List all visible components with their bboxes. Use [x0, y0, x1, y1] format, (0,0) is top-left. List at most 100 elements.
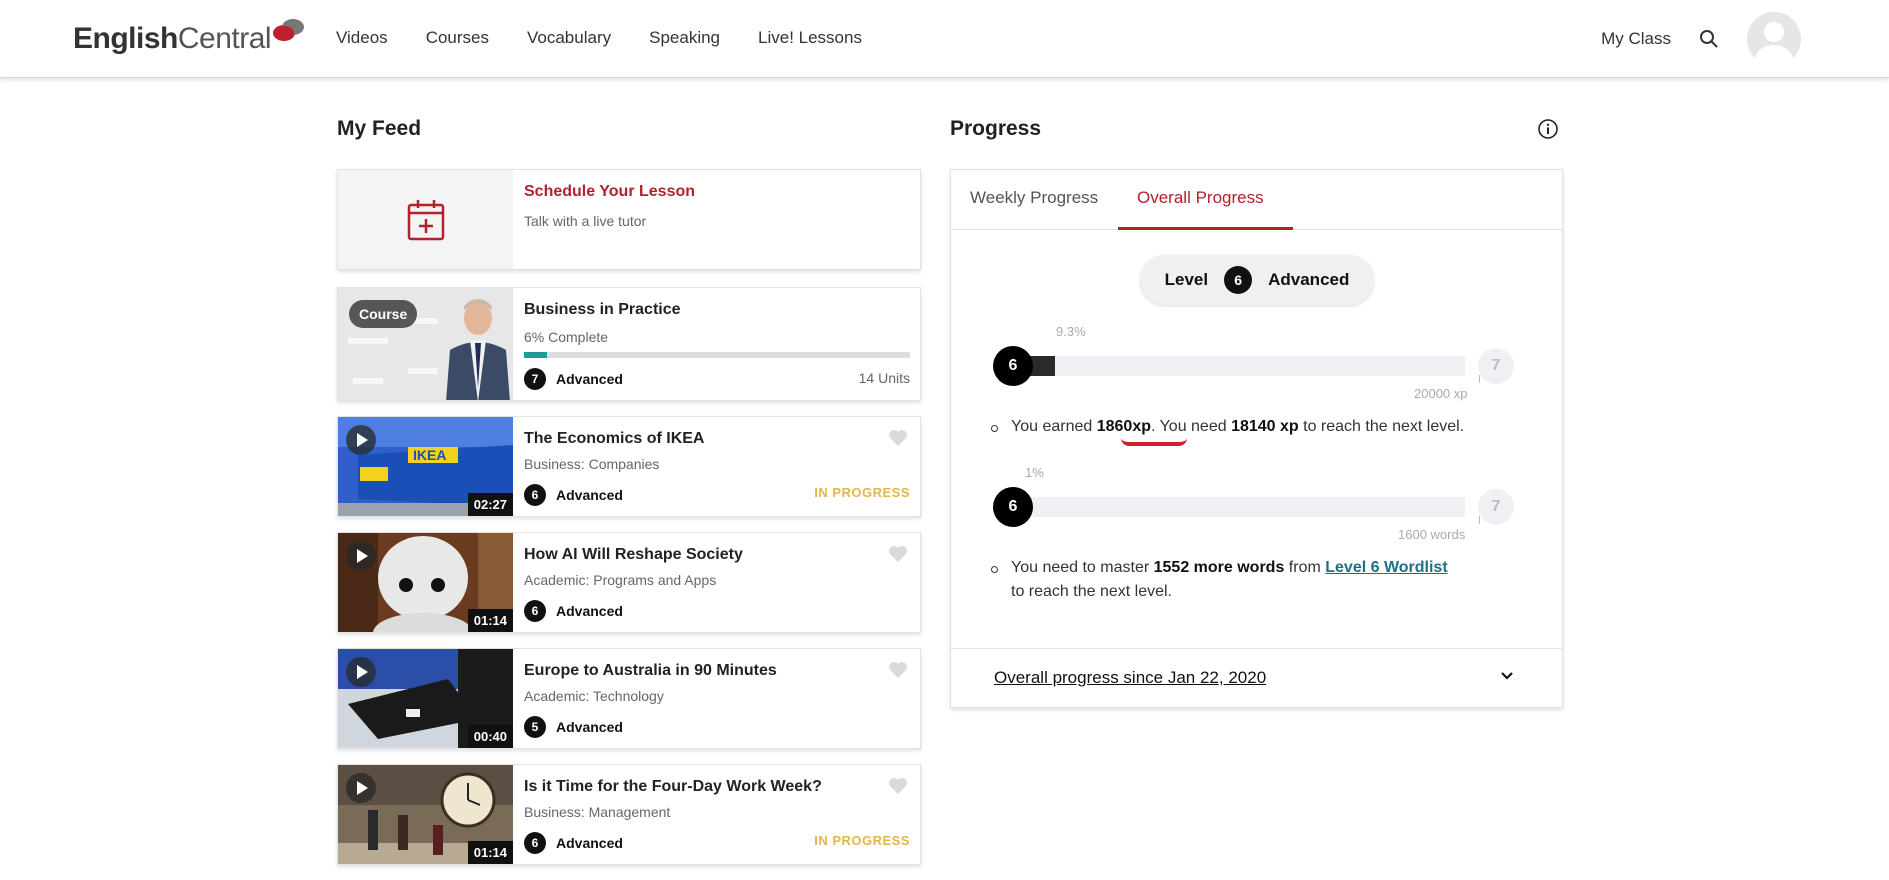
- video-card[interactable]: IKEA 02:27 The Economics of IKEA Busines…: [337, 416, 921, 517]
- heart-icon[interactable]: [888, 429, 908, 447]
- video-duration: 01:14: [467, 841, 513, 864]
- play-icon[interactable]: [346, 425, 376, 455]
- progress-title: Progress: [950, 117, 1042, 140]
- level-wordlist-link[interactable]: Level 6 Wordlist: [1325, 559, 1447, 576]
- xp-summary: You earned 1860xp. You need 18140 xp to …: [991, 415, 1531, 439]
- words-goal-label: 1600 words: [1398, 527, 1466, 542]
- overall-progress-since-label[interactable]: Overall progress since Jan 22, 2020: [994, 668, 1266, 688]
- video-level: 6 Advanced: [524, 600, 623, 622]
- nav-right: My Class: [1601, 12, 1801, 66]
- video-category: Business: Companies: [524, 456, 660, 472]
- progress-tabs: Weekly Progress Overall Progress: [951, 170, 1562, 230]
- heart-icon[interactable]: [888, 545, 908, 563]
- course-level: 7 Advanced: [524, 368, 623, 390]
- video-title: How AI Will Reshape Society: [524, 546, 743, 563]
- level-badge: 6: [524, 484, 546, 506]
- level-pill: Level 6 Advanced: [1140, 255, 1374, 305]
- status-label: IN PROGRESS: [814, 485, 910, 500]
- nav-link-vocabulary[interactable]: Vocabulary: [527, 28, 611, 48]
- video-thumbnail: IKEA 02:27: [338, 417, 513, 516]
- calendar-add-icon: [407, 199, 444, 240]
- video-category: Academic: Technology: [524, 688, 664, 704]
- video-card[interactable]: 00:40 Europe to Australia in 90 Minutes …: [337, 648, 921, 749]
- xp-goal-label: 20000 xp: [1414, 386, 1468, 401]
- level-name: Advanced: [1268, 270, 1350, 289]
- tab-weekly-progress[interactable]: Weekly Progress: [970, 188, 1098, 208]
- xp-next-level-node: 7: [1478, 348, 1514, 384]
- video-title: Europe to Australia in 90 Minutes: [524, 662, 777, 679]
- level-name: Advanced: [556, 371, 623, 387]
- speech-bubble-logo-icon: [273, 19, 305, 41]
- words-current-level-node: 6: [993, 487, 1033, 527]
- earned-xp: 1860xp: [1096, 418, 1151, 435]
- xp-progress-track: [1013, 356, 1465, 376]
- video-thumbnail: 01:14: [338, 533, 513, 632]
- schedule-title: Schedule Your Lesson: [524, 183, 696, 200]
- words-progress-track: [1013, 497, 1465, 517]
- main-nav: Videos Courses Vocabulary Speaking Live!…: [336, 28, 862, 48]
- course-card[interactable]: Course Business in Practice 6% Complete …: [337, 287, 921, 401]
- course-badge: Course: [349, 300, 418, 328]
- nav-link-live-lessons[interactable]: Live! Lessons: [758, 28, 862, 48]
- video-card[interactable]: 01:14 Is it Time for the Four-Day Work W…: [337, 764, 921, 865]
- my-feed-title: My Feed: [337, 117, 422, 140]
- xp-underline-mark: [1121, 438, 1187, 446]
- level-badge: 6: [1224, 266, 1253, 294]
- englishcentral-logo[interactable]: EnglishCentral: [73, 19, 305, 56]
- schedule-lesson-card[interactable]: Schedule Your Lesson Talk with a live tu…: [337, 169, 921, 270]
- course-progress-bar: [524, 352, 910, 358]
- level-name: Advanced: [556, 835, 623, 851]
- words-next-level-node: 7: [1478, 489, 1514, 525]
- level-badge: 7: [524, 368, 546, 390]
- video-thumbnail: 01:14: [338, 765, 513, 864]
- schedule-subtitle: Talk with a live tutor: [524, 213, 647, 229]
- user-avatar[interactable]: [1747, 12, 1801, 66]
- nav-link-courses[interactable]: Courses: [426, 28, 489, 48]
- active-tab-indicator: [1118, 227, 1293, 230]
- nav-link-speaking[interactable]: Speaking: [649, 28, 720, 48]
- tab-overall-progress[interactable]: Overall Progress: [1137, 188, 1264, 208]
- xp-percent-label: 9.3%: [1056, 324, 1086, 339]
- play-icon[interactable]: [346, 657, 376, 687]
- course-complete-text: 6% Complete: [524, 329, 609, 345]
- my-class-link[interactable]: My Class: [1601, 29, 1671, 49]
- status-label: IN PROGRESS: [814, 833, 910, 848]
- video-level: 6 Advanced: [524, 832, 623, 854]
- level-badge: 6: [524, 832, 546, 854]
- level-name: Advanced: [556, 719, 623, 735]
- video-category: Academic: Programs and Apps: [524, 572, 717, 588]
- top-navbar: EnglishCentral Videos Courses Vocabulary…: [0, 0, 1889, 78]
- video-level: 6 Advanced: [524, 484, 623, 506]
- words-needed: 1552 more words: [1153, 559, 1285, 576]
- video-title: The Economics of IKEA: [524, 430, 705, 447]
- video-level: 5 Advanced: [524, 716, 623, 738]
- video-duration: 02:27: [467, 493, 513, 516]
- svg-text:IKEA: IKEA: [413, 447, 446, 463]
- video-duration: 01:14: [467, 609, 513, 632]
- video-title: Is it Time for the Four-Day Work Week?: [524, 778, 822, 795]
- progress-card: Weekly Progress Overall Progress Level 6…: [950, 169, 1563, 708]
- needed-xp: 18140 xp: [1231, 418, 1299, 435]
- video-card[interactable]: 01:14 How AI Will Reshape Society Academ…: [337, 532, 921, 633]
- level-badge: 5: [524, 716, 546, 738]
- course-units: 14 Units: [858, 370, 910, 386]
- level-badge: 6: [524, 600, 546, 622]
- info-icon[interactable]: [1538, 119, 1558, 139]
- play-icon[interactable]: [346, 541, 376, 571]
- level-name: Advanced: [556, 487, 623, 503]
- search-icon[interactable]: [1699, 29, 1719, 49]
- nav-link-videos[interactable]: Videos: [336, 28, 388, 48]
- video-duration: 00:40: [467, 725, 513, 748]
- xp-current-level-node: 6: [993, 346, 1033, 386]
- words-summary: You need to master 1552 more words from …: [991, 556, 1531, 604]
- heart-icon[interactable]: [888, 777, 908, 795]
- heart-icon[interactable]: [888, 661, 908, 679]
- video-thumbnail: 00:40: [338, 649, 513, 748]
- words-percent-label: 1%: [1025, 465, 1044, 480]
- course-thumbnail: Course: [338, 288, 513, 400]
- overall-progress-since-row[interactable]: Overall progress since Jan 22, 2020: [951, 648, 1562, 708]
- level-label: Level: [1164, 270, 1209, 289]
- play-icon[interactable]: [346, 773, 376, 803]
- level-name: Advanced: [556, 603, 623, 619]
- chevron-down-icon[interactable]: [1500, 671, 1514, 681]
